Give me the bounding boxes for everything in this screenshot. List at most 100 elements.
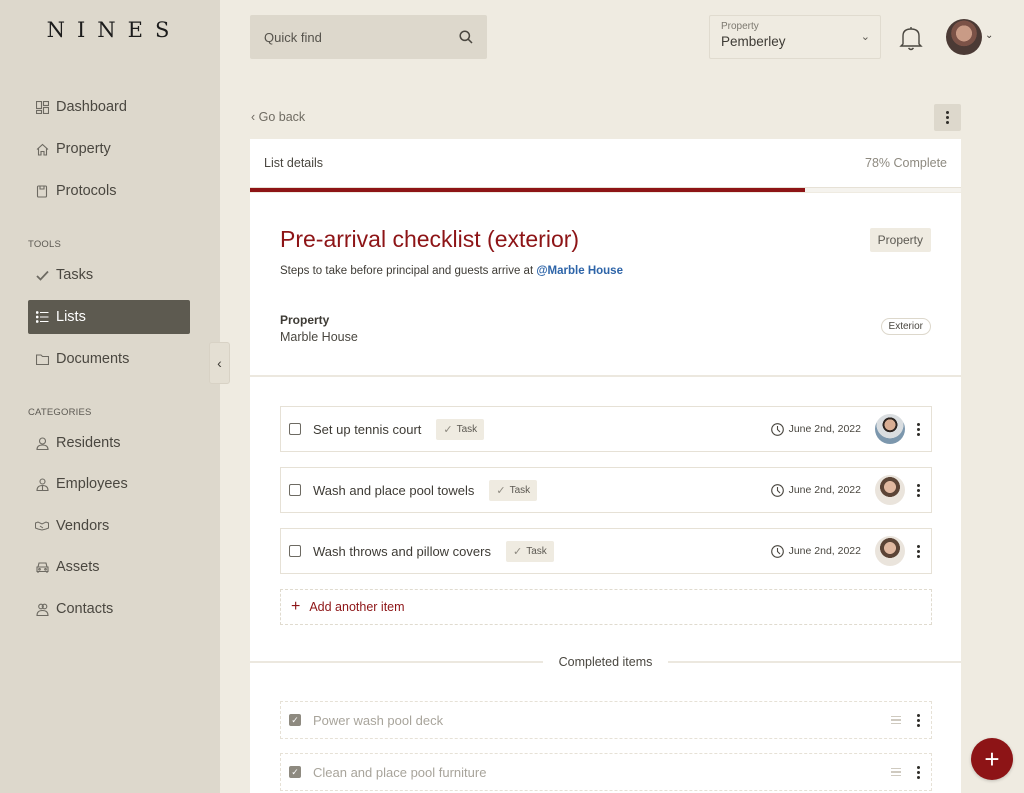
- section-label-tools: TOOLS: [28, 239, 62, 250]
- due-date-text: June 2nd, 2022: [788, 484, 861, 496]
- due-date-text: June 2nd, 2022: [788, 423, 861, 435]
- item-checkbox[interactable]: [289, 484, 301, 496]
- item-checkbox-checked[interactable]: ✓: [289, 766, 301, 778]
- list-type-tag: Property: [869, 228, 931, 252]
- notification-bell-icon[interactable]: [898, 24, 924, 52]
- go-back-link[interactable]: ‹ Go back: [251, 110, 305, 124]
- task-tag-label: Task: [526, 545, 547, 557]
- chevron-left-icon: ‹: [217, 355, 222, 371]
- task-tag-label: Task: [456, 423, 478, 435]
- search-input[interactable]: Quick find: [264, 30, 459, 45]
- due-date: June 2nd, 2022: [770, 422, 861, 436]
- kebab-icon[interactable]: [913, 544, 923, 558]
- folder-icon: [35, 352, 49, 366]
- completed-item[interactable]: ✓ Clean and place pool furniture: [280, 753, 932, 791]
- list-details-header: List details 78% Complete: [250, 139, 961, 187]
- page-title: Pre-arrival checklist (exterior): [280, 226, 580, 252]
- due-date: June 2nd, 2022: [770, 483, 861, 497]
- check-icon: [35, 268, 49, 282]
- clock-icon: [770, 422, 784, 436]
- kebab-icon[interactable]: [913, 765, 923, 779]
- chevron-down-icon[interactable]: ⌄: [985, 30, 993, 41]
- home-icon: [35, 142, 49, 156]
- list-card: Pre-arrival checklist (exterior) Steps t…: [250, 193, 962, 793]
- sidebar-item-documents[interactable]: Documents: [28, 342, 190, 376]
- kebab-icon[interactable]: [913, 422, 923, 436]
- plus-icon: +: [984, 743, 1000, 774]
- kebab-icon: [943, 111, 953, 124]
- collapse-sidebar-button[interactable]: ‹: [209, 342, 230, 384]
- item-text: Wash and place pool towels: [313, 482, 475, 498]
- add-fab-button[interactable]: +: [971, 738, 1013, 780]
- assignee-avatar[interactable]: [875, 414, 905, 444]
- add-item-button[interactable]: + Add another item: [280, 589, 932, 625]
- clock-icon: [770, 483, 784, 497]
- sidebar-item-label: Residents: [56, 435, 121, 451]
- progress-label: 78% Complete: [865, 156, 947, 170]
- property-mention-link[interactable]: @Marble House: [536, 265, 623, 277]
- completed-items-label: Completed items: [558, 655, 653, 669]
- quick-find-search[interactable]: Quick find: [250, 15, 487, 59]
- description-text: Steps to take before principal and guest…: [280, 265, 537, 277]
- app-logo: NINES: [46, 18, 182, 42]
- task-tag: ✓ Task: [489, 479, 538, 501]
- item-checkbox[interactable]: [289, 423, 301, 435]
- task-tag: ✓ Task: [436, 418, 485, 440]
- dashboard-icon: [35, 100, 49, 114]
- completed-item[interactable]: ✓ Power wash pool deck: [280, 701, 932, 739]
- sidebar-item-property[interactable]: Property: [28, 132, 190, 166]
- item-checkbox[interactable]: [289, 545, 301, 557]
- add-item-label: Add another item: [309, 600, 405, 614]
- item-text: Clean and place pool furniture: [313, 764, 487, 780]
- sidebar-item-label: Documents: [56, 351, 130, 367]
- item-text: Power wash pool deck: [313, 712, 444, 728]
- list-item[interactable]: Set up tennis court ✓ Task June 2nd, 2022: [280, 406, 932, 452]
- search-icon[interactable]: [459, 30, 473, 44]
- sidebar-item-label: Vendors: [56, 518, 110, 534]
- assignee-avatar[interactable]: [875, 475, 905, 505]
- clipboard-icon: [35, 184, 49, 198]
- due-date: June 2nd, 2022: [770, 544, 861, 558]
- check-icon: ✓: [443, 423, 453, 436]
- more-options-button[interactable]: [934, 104, 961, 131]
- kebab-icon[interactable]: [913, 713, 923, 727]
- property-select-label: Property: [721, 21, 759, 32]
- sidebar-item-label: Tasks: [56, 267, 94, 283]
- sidebar-item-contacts[interactable]: Contacts: [28, 592, 190, 626]
- property-select-value: Pemberley: [721, 34, 786, 49]
- sidebar-item-residents[interactable]: Residents: [28, 426, 190, 460]
- person-icon: [35, 436, 49, 450]
- sidebar-item-label: Assets: [56, 559, 100, 575]
- item-checkbox-checked[interactable]: ✓: [289, 714, 301, 726]
- sidebar-item-vendors[interactable]: Vendors: [28, 509, 190, 543]
- sidebar-item-lists[interactable]: Lists: [28, 300, 190, 334]
- sidebar-item-dashboard[interactable]: Dashboard: [28, 90, 190, 124]
- item-text: Wash throws and pillow covers: [313, 543, 491, 559]
- contacts-icon: [35, 602, 49, 616]
- divider: [250, 375, 961, 377]
- property-select[interactable]: Property Pemberley ⌄: [709, 15, 881, 59]
- clock-icon: [770, 544, 784, 558]
- sidebar-item-protocols[interactable]: Protocols: [28, 174, 190, 208]
- list-item[interactable]: Wash throws and pillow covers ✓ Task June…: [280, 528, 932, 574]
- chevron-down-icon: ⌄: [860, 31, 870, 43]
- property-meta-value: Marble House: [280, 330, 358, 344]
- handshake-icon: [35, 519, 49, 533]
- check-icon: ✓: [512, 545, 523, 558]
- user-avatar[interactable]: [946, 19, 982, 55]
- notes-icon: [891, 715, 901, 725]
- sidebar-item-assets[interactable]: Assets: [28, 550, 190, 584]
- list-icon: [35, 310, 49, 324]
- assignee-avatar[interactable]: [875, 536, 905, 566]
- task-tag-label: Task: [509, 484, 531, 496]
- sidebar-item-tasks[interactable]: Tasks: [28, 258, 190, 292]
- employee-icon: [35, 477, 49, 491]
- task-tag: ✓ Task: [505, 540, 554, 562]
- sidebar-item-employees[interactable]: Employees: [28, 467, 190, 501]
- progress-fill: [250, 188, 805, 192]
- category-chip: Exterior: [880, 318, 931, 335]
- list-item[interactable]: Wash and place pool towels ✓ Task June 2n…: [280, 467, 932, 513]
- kebab-icon[interactable]: [913, 483, 923, 497]
- plus-icon: +: [291, 598, 301, 615]
- property-meta-label: Property: [280, 313, 330, 327]
